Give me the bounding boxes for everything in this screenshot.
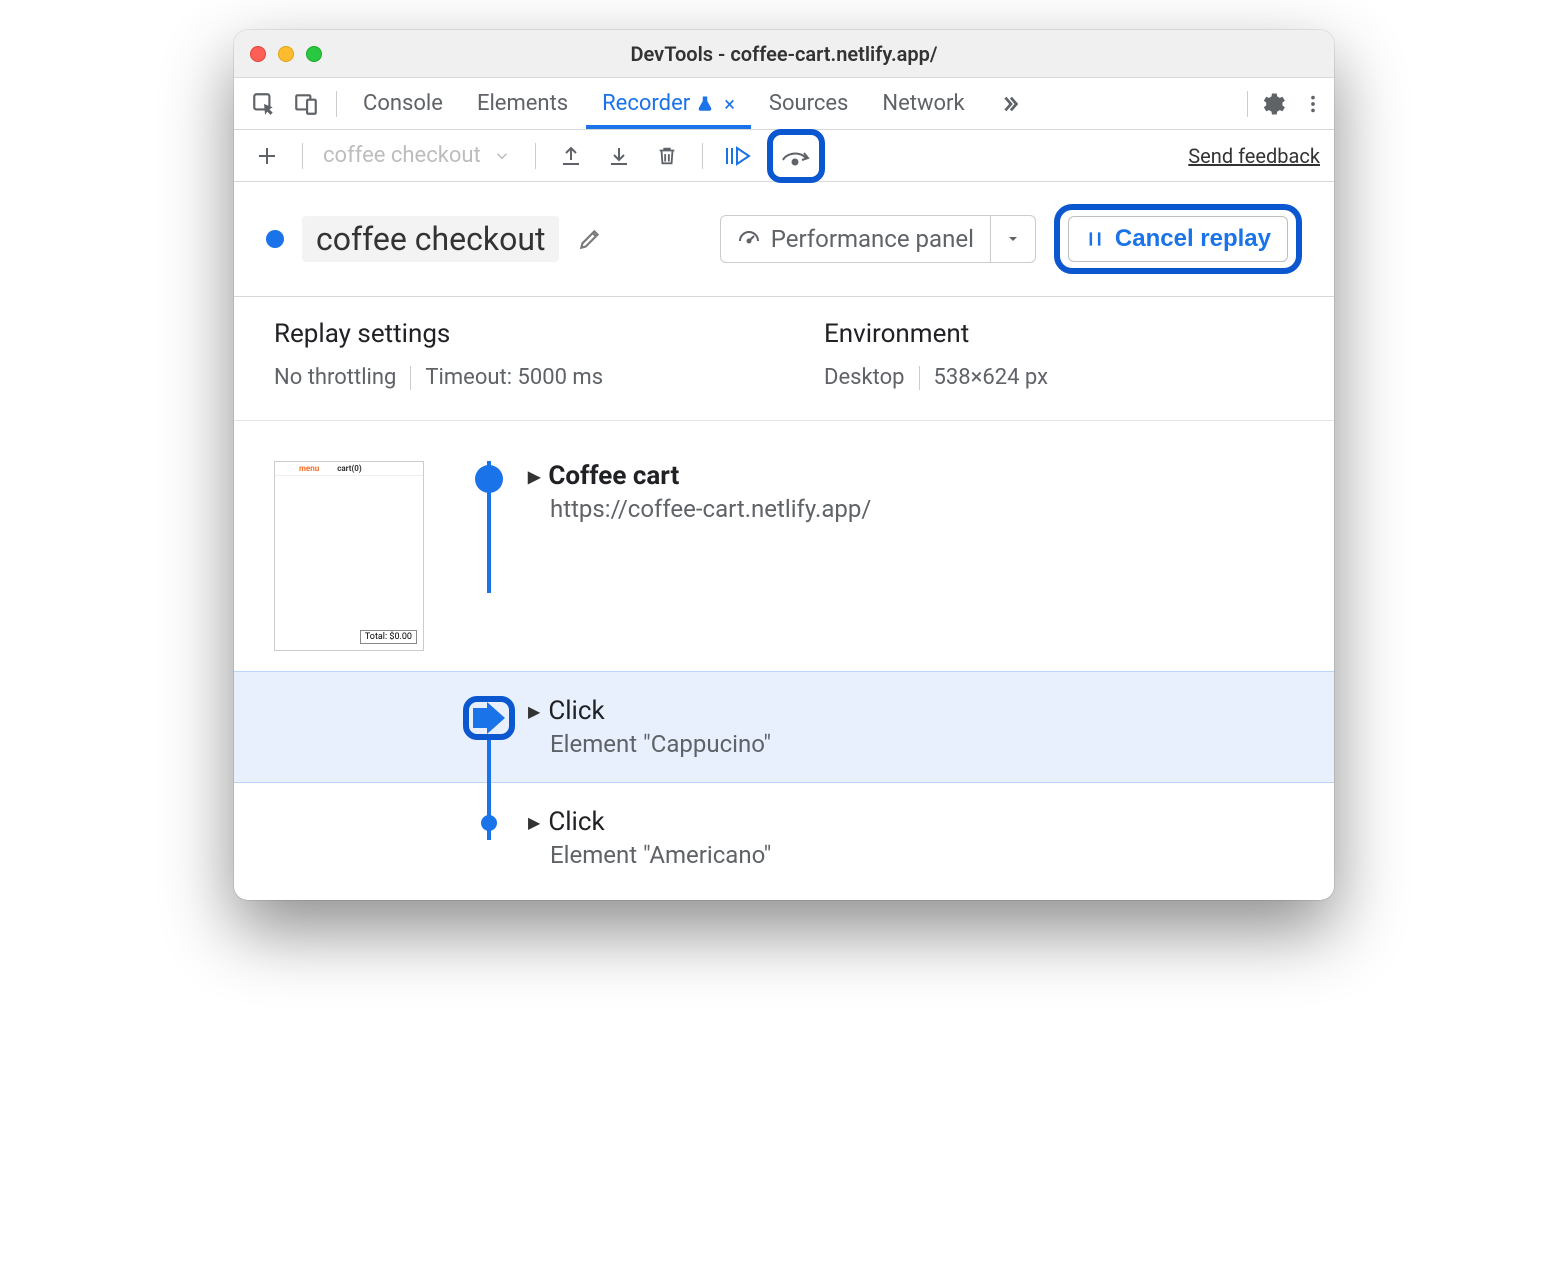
performance-panel-dropdown[interactable]: Performance panel — [720, 215, 1036, 263]
step-title: Coffee cart — [548, 461, 679, 491]
replay-settings: Replay settings No throttling Timeout: 5… — [274, 319, 744, 390]
throttling-value[interactable]: No throttling — [274, 365, 396, 390]
divider — [702, 143, 703, 169]
edit-title-icon[interactable] — [577, 226, 603, 252]
tab-network[interactable]: Network — [866, 78, 980, 129]
pause-icon — [1085, 229, 1105, 249]
page-thumbnail: menu cart(0) Total: $0.00 — [274, 461, 424, 651]
import-button[interactable] — [600, 137, 638, 175]
replay-settings-heading: Replay settings — [274, 319, 744, 349]
perf-dropdown-label: Performance panel — [771, 225, 974, 253]
expand-icon[interactable]: ▶ — [528, 702, 540, 721]
cancel-replay-button[interactable]: Cancel replay — [1068, 216, 1288, 262]
thumb-label: menu — [299, 464, 319, 473]
flask-icon — [696, 95, 714, 113]
chevron-down-icon — [493, 147, 511, 165]
window-title: DevTools - coffee-cart.netlify.app/ — [234, 42, 1334, 66]
step-subtitle: Element "Cappucino" — [550, 730, 1294, 758]
export-button[interactable] — [552, 137, 590, 175]
current-step-highlight — [463, 696, 515, 740]
close-tab-icon[interactable]: × — [724, 92, 735, 116]
step-marker-icon — [475, 465, 503, 493]
recorder-toolbar: coffee checkout Send feedback — [234, 130, 1334, 182]
tab-label: Sources — [769, 91, 849, 116]
timeout-value[interactable]: Timeout: 5000 ms — [425, 365, 603, 390]
cancel-replay-highlight: Cancel replay — [1054, 204, 1302, 274]
more-tabs-button[interactable] — [983, 78, 1037, 129]
maximize-window-button[interactable] — [306, 46, 322, 62]
divider — [336, 91, 337, 117]
recording-indicator-icon — [266, 230, 284, 248]
expand-icon[interactable]: ▶ — [528, 813, 540, 832]
settings-gear-icon[interactable] — [1258, 90, 1286, 118]
recording-selector-label: coffee checkout — [323, 143, 481, 168]
tab-label: Recorder — [602, 91, 690, 116]
continue-replay-button[interactable] — [719, 137, 757, 175]
new-recording-button[interactable] — [248, 137, 286, 175]
dimensions-value: 538×624 px — [934, 365, 1049, 390]
close-window-button[interactable] — [250, 46, 266, 62]
environment-settings: Environment Desktop 538×624 px — [824, 319, 1294, 390]
tab-console[interactable]: Console — [347, 78, 459, 129]
tab-sources[interactable]: Sources — [753, 78, 865, 129]
chevron-down-icon[interactable] — [990, 216, 1035, 262]
step-over-button[interactable] — [777, 137, 815, 175]
step-row[interactable]: ▶ Click Element "Americano" — [234, 783, 1334, 883]
divider — [410, 366, 411, 390]
tab-label: Console — [363, 91, 443, 116]
thumb-label: cart(0) — [337, 464, 361, 473]
thumb-total: Total: $0.00 — [360, 630, 417, 644]
step-title: Click — [548, 807, 604, 837]
step-subtitle: Element "Americano" — [550, 841, 1294, 869]
divider — [302, 143, 303, 169]
environment-heading: Environment — [824, 319, 1294, 349]
divider — [535, 143, 536, 169]
panel-tabbar: Console Elements Recorder × Sources Netw… — [234, 78, 1334, 130]
current-step-arrow-icon — [471, 704, 507, 732]
device-toolbar-icon[interactable] — [286, 84, 326, 124]
expand-icon[interactable]: ▶ — [528, 467, 540, 486]
minimize-window-button[interactable] — [278, 46, 294, 62]
kebab-menu-icon[interactable] — [1302, 93, 1324, 115]
recording-title[interactable]: coffee checkout — [302, 216, 559, 262]
titlebar: DevTools - coffee-cart.netlify.app/ — [234, 30, 1334, 78]
recording-header: coffee checkout Performance panel Cancel… — [234, 182, 1334, 297]
traffic-lights — [250, 46, 322, 62]
inspect-element-icon[interactable] — [244, 84, 284, 124]
step-row-current[interactable]: ▶ Click Element "Cappucino" — [234, 671, 1334, 783]
tab-elements[interactable]: Elements — [461, 78, 584, 129]
tab-label: Network — [882, 91, 964, 116]
step-marker-icon — [481, 815, 497, 831]
step-title: Click — [548, 696, 604, 726]
tab-recorder[interactable]: Recorder × — [586, 78, 751, 129]
device-value: Desktop — [824, 365, 905, 390]
step-subtitle: https://coffee-cart.netlify.app/ — [550, 495, 1294, 523]
devtools-window: DevTools - coffee-cart.netlify.app/ Cons… — [234, 30, 1334, 900]
tab-label: Elements — [477, 91, 568, 116]
cancel-replay-label: Cancel replay — [1115, 225, 1271, 253]
settings-row: Replay settings No throttling Timeout: 5… — [234, 297, 1334, 421]
send-feedback-link[interactable]: Send feedback — [1188, 144, 1320, 168]
delete-button[interactable] — [648, 137, 686, 175]
gauge-icon — [737, 227, 761, 251]
recording-selector[interactable]: coffee checkout — [319, 143, 519, 168]
step-row[interactable]: menu cart(0) Total: $0.00 ▶ Coffee cart … — [234, 461, 1334, 671]
step-over-highlight — [767, 129, 825, 183]
divider — [1247, 91, 1248, 117]
divider — [919, 366, 920, 390]
steps-list: menu cart(0) Total: $0.00 ▶ Coffee cart … — [234, 421, 1334, 900]
